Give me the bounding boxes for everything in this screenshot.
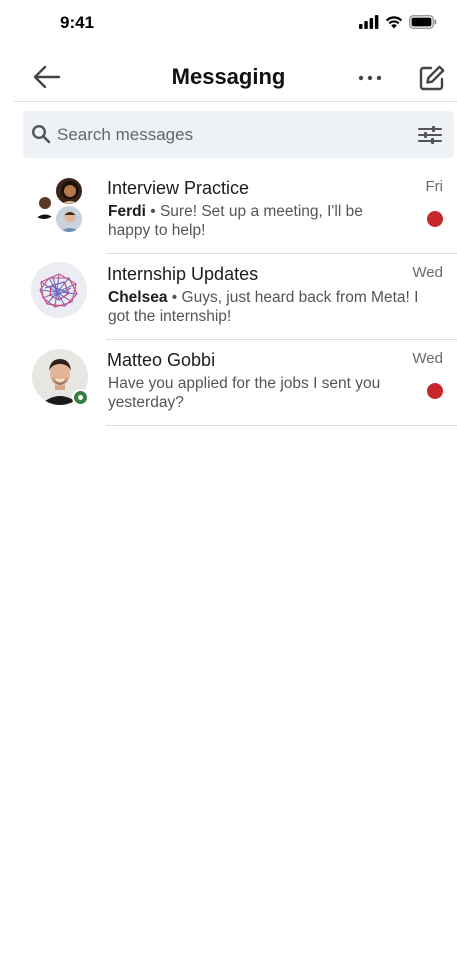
filter-sliders-icon: [418, 126, 442, 144]
signal-icon: [359, 15, 379, 29]
conversation-time: Wed: [412, 264, 443, 281]
search-input[interactable]: [57, 111, 407, 158]
divider: [106, 425, 457, 426]
preview-sender: Chelsea: [108, 289, 168, 306]
online-status-indicator: [72, 389, 89, 406]
group-avatar: [30, 177, 86, 233]
preview-text: Sure! Set up a meeting, I'll be happy to…: [108, 203, 363, 239]
conversation-item-internship-updates[interactable]: Internship Updates Wed Chelsea • Guys, j…: [0, 254, 457, 340]
search-bar: [23, 111, 454, 158]
nav-header: Messaging: [14, 52, 457, 102]
search-icon: [31, 124, 51, 144]
person-avatar: [32, 349, 92, 409]
conversation-preview: Chelsea • Guys, just heard back from Met…: [108, 288, 428, 326]
group-member-avatar-1: [55, 177, 83, 205]
conversation-time: Fri: [425, 178, 444, 195]
unread-indicator: [427, 211, 443, 227]
status-bar: 9:41: [0, 0, 457, 48]
battery-icon: [409, 15, 437, 29]
more-horizontal-icon: [358, 75, 382, 81]
conversation-item-interview-practice[interactable]: Interview Practice Fri Ferdi • Sure! Set…: [0, 168, 457, 254]
filter-button[interactable]: [418, 124, 442, 146]
arrow-left-icon: [33, 65, 61, 89]
unread-indicator: [427, 383, 443, 399]
compose-button[interactable]: [418, 64, 446, 92]
status-icons: [359, 15, 437, 29]
network-graph-avatar: [31, 262, 87, 318]
group-member-avatar-3: [55, 205, 83, 233]
preview-text: Have you applied for the jobs I sent you…: [108, 375, 381, 411]
back-button[interactable]: [32, 64, 62, 90]
conversation-preview: Ferdi • Sure! Set up a meeting, I'll be …: [108, 202, 408, 240]
conversation-preview: Have you applied for the jobs I sent you…: [108, 374, 408, 412]
conversation-name: Matteo Gobbi: [107, 350, 216, 370]
preview-separator: •: [150, 203, 156, 220]
more-options-button[interactable]: [356, 66, 386, 88]
wifi-icon: [385, 16, 403, 29]
preview-separator: •: [171, 289, 178, 306]
group-member-avatar-2: [30, 192, 58, 220]
conversation-name: Interview Practice: [107, 178, 250, 198]
conversation-item-matteo-gobbi[interactable]: Matteo Gobbi Wed Have you applied for th…: [0, 340, 457, 426]
conversation-time: Wed: [412, 350, 443, 367]
preview-sender: Ferdi: [108, 203, 146, 220]
status-time: 9:41: [60, 13, 95, 32]
compose-icon: [419, 65, 445, 91]
conversation-name: Internship Updates: [107, 264, 259, 284]
